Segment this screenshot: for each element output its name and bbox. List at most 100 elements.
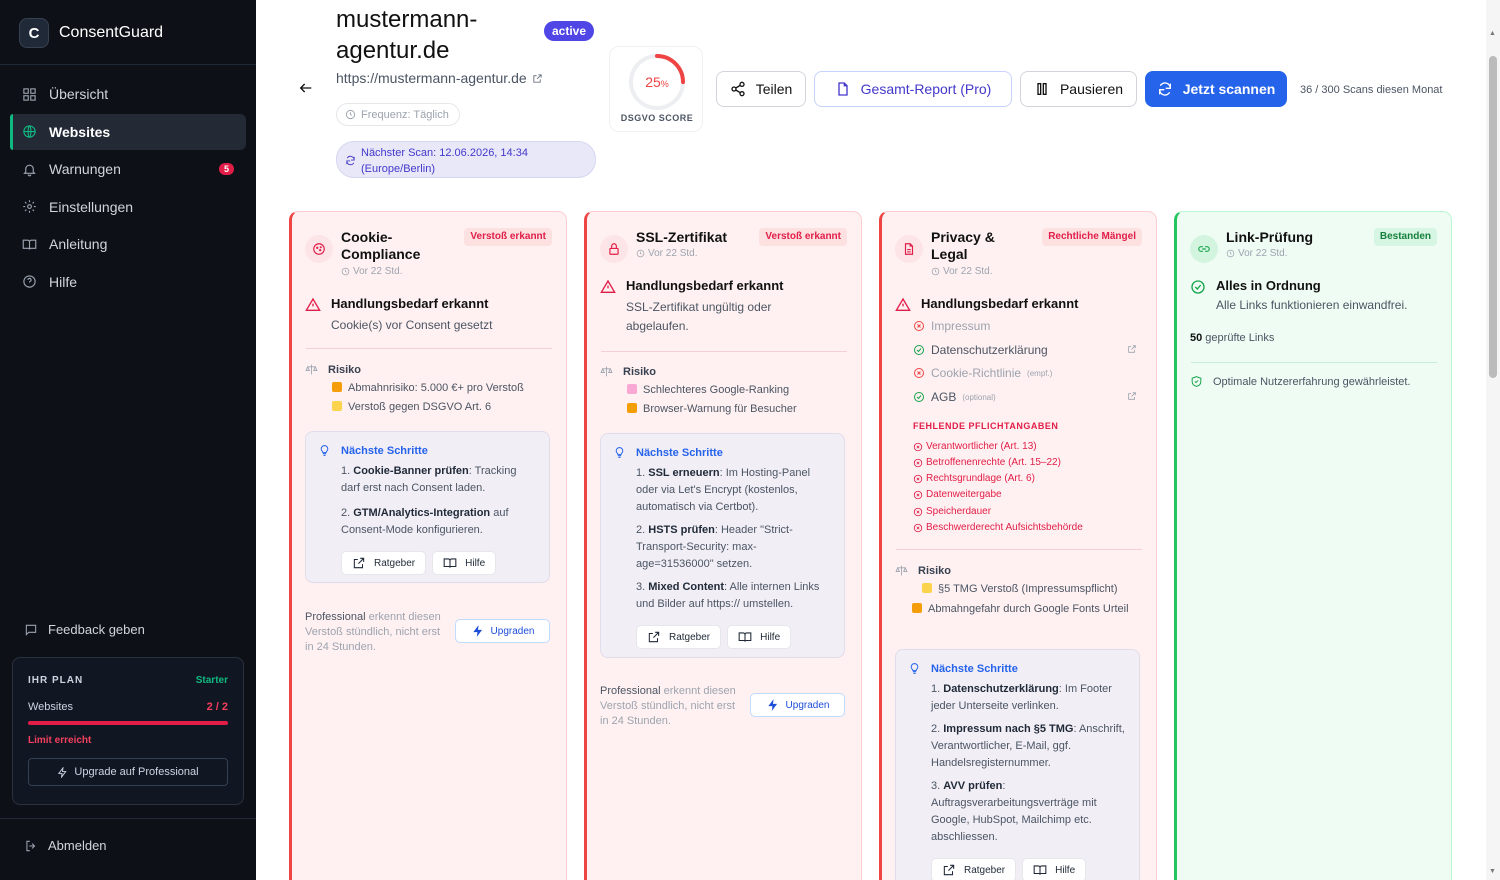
check-item-imprint: Impressum bbox=[913, 319, 990, 333]
warning-icon bbox=[305, 297, 321, 311]
plan-heading: IHR PLAN bbox=[28, 675, 84, 686]
logout-link[interactable]: Abmelden bbox=[24, 838, 107, 853]
external-link-icon[interactable] bbox=[1127, 344, 1137, 354]
x-circle-icon bbox=[913, 474, 923, 483]
next-scan-chip: Nächster Scan: 12.06.2026, 14:34 (Europe… bbox=[336, 141, 596, 178]
scroll-up-icon: ▲ bbox=[1489, 30, 1496, 37]
sidebar-item-guide[interactable]: Anleitung bbox=[10, 226, 246, 262]
sidebar-item-warnings[interactable]: Warnungen 5 bbox=[10, 151, 246, 187]
step-item: 1. Cookie-Banner prüfen: Tracking darf e… bbox=[341, 465, 517, 494]
risk-item: Schlechteres Google-Ranking bbox=[600, 383, 797, 397]
scale-icon bbox=[895, 565, 908, 576]
external-link-icon bbox=[943, 864, 955, 876]
sidebar-item-label: Anleitung bbox=[49, 236, 108, 253]
lightbulb-icon bbox=[320, 445, 329, 456]
divider bbox=[601, 351, 847, 352]
upgrade-label: Upgrade auf Professional bbox=[74, 766, 199, 778]
help-button[interactable]: Hilfe bbox=[727, 625, 792, 649]
risk-item: Browser-Warnung für Besucher bbox=[600, 402, 797, 416]
back-button[interactable] bbox=[298, 80, 314, 96]
share-button[interactable]: Teilen bbox=[716, 71, 806, 107]
plan-card: IHR PLAN Starter Websites 2 / 2 Limit erre… bbox=[12, 657, 244, 805]
warning-emoji-icon bbox=[627, 403, 637, 413]
scale-icon bbox=[600, 366, 613, 377]
grid-icon bbox=[23, 87, 36, 101]
external-link-icon bbox=[648, 631, 660, 643]
help-button[interactable]: Hilfe bbox=[432, 551, 497, 575]
card-time: Vor 22 Std. bbox=[1226, 248, 1287, 259]
guide-button[interactable]: Ratgeber bbox=[931, 858, 1017, 880]
warnings-count-badge: 5 bbox=[218, 163, 234, 176]
globe-icon bbox=[23, 125, 36, 138]
guide-button[interactable]: Ratgeber bbox=[341, 551, 427, 575]
alert-block: Handlungsbedarf erkannt Cookie(s) vor Con… bbox=[305, 296, 492, 335]
steps-label: Nächste Schritte bbox=[636, 446, 723, 459]
risk-item: Verstoß gegen DSGVO Art. 6 bbox=[305, 400, 524, 414]
score-value: 25% bbox=[645, 74, 669, 90]
clock-icon bbox=[636, 249, 645, 258]
frequency-chip: Frequenz: Täglich bbox=[336, 103, 460, 126]
feedback-link[interactable]: Feedback geben bbox=[24, 622, 145, 637]
app-name: ConsentGuard bbox=[59, 24, 164, 41]
scrollbar-thumb[interactable] bbox=[1489, 56, 1497, 378]
share-icon bbox=[731, 81, 745, 97]
card-title: Cookie- Compliance bbox=[341, 229, 421, 262]
frequency-label: Frequenz: Täglich bbox=[361, 108, 449, 121]
step-item: 2. GTM/Analytics-Integration auf Consent… bbox=[341, 507, 509, 536]
risk-item: Abmahngefahr durch Google Fonts Urteil bbox=[895, 601, 1135, 618]
card-title: Link-Prüfung bbox=[1226, 229, 1314, 245]
scan-now-button[interactable]: Jetzt scannen bbox=[1145, 71, 1287, 107]
sidebar-item-settings[interactable]: Einstellungen bbox=[10, 189, 246, 225]
help-icon bbox=[23, 275, 36, 289]
book-icon bbox=[1033, 865, 1047, 875]
full-report-button[interactable]: Gesamt-Report (Pro) bbox=[814, 71, 1012, 107]
money-bag-icon bbox=[332, 382, 342, 392]
pause-button[interactable]: Pausieren bbox=[1020, 71, 1137, 107]
risk-section: Risiko Abmahnrisiko: 5.000 €+ pro Versto… bbox=[305, 363, 524, 414]
logout-label: Abmelden bbox=[48, 838, 107, 853]
scroll-down-icon: ▼ bbox=[1489, 868, 1496, 875]
chat-icon bbox=[25, 624, 37, 636]
step-item: 2. HSTS prüfen: Header "Strict-Transport… bbox=[636, 524, 793, 570]
missing-item: Speicherdauer bbox=[913, 506, 991, 517]
sidebar-item-label: Websites bbox=[49, 123, 111, 140]
alert-block: Alles in Ordnung Alle Links funktionieren… bbox=[1190, 278, 1407, 315]
upgrade-button[interactable]: Upgraden bbox=[750, 693, 845, 717]
report-label: Gesamt-Report (Pro) bbox=[860, 81, 992, 97]
upgrade-professional-button[interactable]: Upgrade auf Professional bbox=[28, 758, 228, 786]
legal-issues-badge: Rechtliche Mängel bbox=[1042, 228, 1142, 246]
scan-label: Jetzt scannen bbox=[1182, 81, 1276, 97]
sidebar-item-overview[interactable]: Übersicht bbox=[10, 76, 246, 112]
steps-label: Nächste Schritte bbox=[341, 444, 428, 457]
shield-check-icon bbox=[1191, 376, 1202, 387]
next-scan-label: Nächster Scan: 12.06.2026, 14:34 (Europe… bbox=[361, 147, 528, 175]
gear-icon bbox=[23, 200, 36, 214]
sidebar-nav: Übersicht Websites Warnungen 5 Einstellu… bbox=[10, 76, 246, 302]
pro-upsell-text: Professional erkennt diesen Verstoß stün… bbox=[305, 611, 441, 653]
clock-icon bbox=[341, 267, 350, 276]
sidebar-divider bbox=[0, 818, 256, 819]
external-link-icon[interactable] bbox=[1127, 391, 1137, 401]
site-url-link[interactable]: https://mustermann-agentur.de bbox=[336, 70, 543, 86]
missing-fields-heading: FEHLENDE PFLICHTANGABEN bbox=[913, 421, 1059, 431]
sidebar-item-websites[interactable]: Websites bbox=[10, 113, 246, 150]
external-link-icon bbox=[533, 73, 542, 83]
page-title: mustermann-agentur.de bbox=[336, 6, 478, 64]
brand[interactable]: C ConsentGuard bbox=[19, 18, 163, 48]
clock-icon bbox=[931, 267, 940, 276]
next-steps-box: Nächste Schritte 1. Datenschutzerklärung… bbox=[895, 649, 1140, 880]
upgrade-button[interactable]: Upgraden bbox=[455, 619, 550, 643]
scrollbar[interactable]: ▲ ▼ bbox=[1486, 0, 1500, 880]
guide-button[interactable]: Ratgeber bbox=[636, 625, 722, 649]
warning-icon bbox=[600, 279, 616, 293]
risk-label: Risiko bbox=[328, 363, 362, 376]
sidebar-item-help[interactable]: Hilfe bbox=[10, 264, 246, 300]
link-icon bbox=[1190, 235, 1218, 263]
lightning-icon bbox=[472, 625, 482, 637]
ssl-certificate-card: SSL-Zertifikat Vor 22 Std. Verstoß erkan… bbox=[584, 211, 862, 880]
app-logo: C bbox=[19, 18, 49, 48]
risk-item: §5 TMG Verstoß (Impressumspflicht) bbox=[895, 582, 1135, 596]
check-item-terms: AGB (optional) bbox=[913, 390, 996, 404]
help-button[interactable]: Hilfe bbox=[1022, 858, 1087, 880]
sidebar-item-label: Einstellungen bbox=[49, 198, 134, 215]
